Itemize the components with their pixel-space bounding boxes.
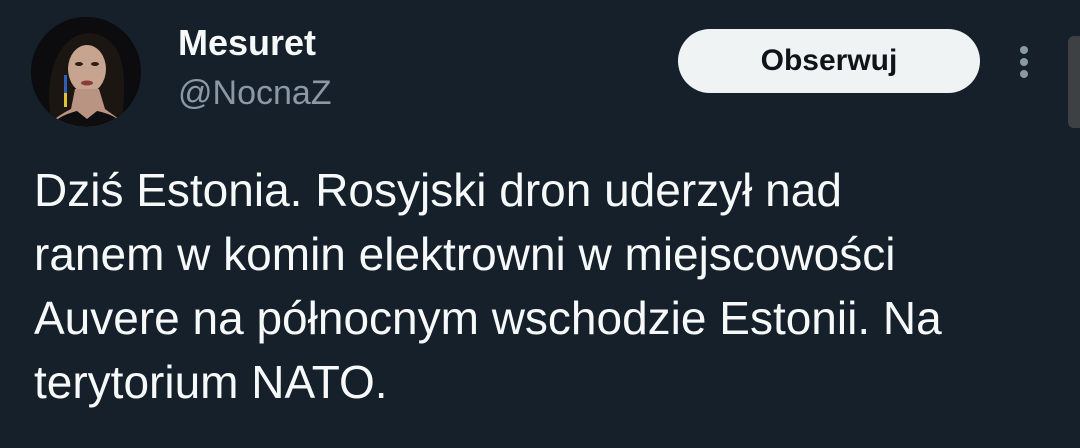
more-options-button[interactable] [1004,38,1044,86]
tweet-card: Mesuret @NocnaZ Obserwuj Dziś Estonia. R… [0,0,1080,448]
avatar[interactable] [31,17,141,127]
more-vertical-icon [1020,46,1028,78]
follow-button[interactable]: Obserwuj [678,29,980,93]
tweet-text-line: terytorium NATO. [34,356,388,408]
tweet-text-line: Dziś Estonia. Rosyjski dron uderzył nad [34,164,842,216]
author-display-name[interactable]: Mesuret [178,22,316,64]
tweet-text: Dziś Estonia. Rosyjski dron uderzył nad … [34,158,1054,414]
scrollbar[interactable] [1068,36,1080,128]
tweet-text-line: ranem w komin elektrowni w miejscowości [34,228,896,280]
author-handle[interactable]: @NocnaZ [178,72,332,114]
tweet-text-line: Auvere na północnym wschodzie Estonii. N… [34,292,942,344]
avatar-portrait-image [31,17,141,127]
